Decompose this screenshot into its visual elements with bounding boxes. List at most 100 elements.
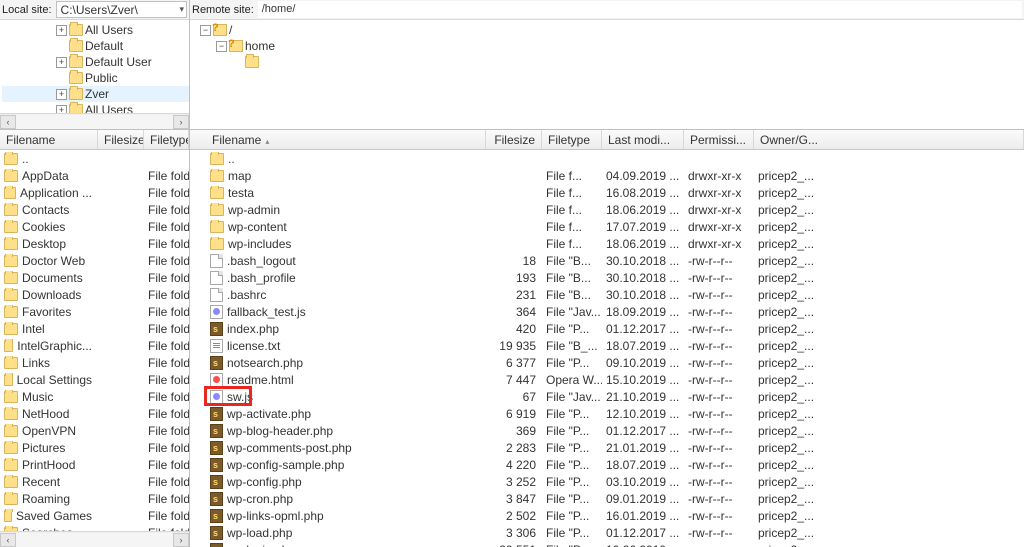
tree-item-label: home [245, 39, 275, 53]
list-item[interactable]: IntelFile fold [0, 320, 189, 337]
list-item[interactable]: swp-config.php3 252File "P...03.10.2019 … [190, 473, 1024, 490]
col-filename[interactable]: Filename▴ [206, 130, 486, 149]
col-lastmod[interactable]: Last modi... [602, 130, 684, 149]
list-item[interactable]: swp-comments-post.php2 283File "P...21.0… [190, 439, 1024, 456]
list-item[interactable]: sindex.php420File "P...01.12.2017 ...-rw… [190, 320, 1024, 337]
tree-item[interactable] [192, 54, 1024, 70]
list-item[interactable]: RecentFile fold [0, 473, 189, 490]
expand-toggle-icon[interactable]: − [216, 41, 227, 52]
tree-item[interactable]: Default [2, 38, 189, 54]
scroll-right-icon[interactable]: › [173, 115, 189, 129]
file-date: 04.09.2019 ... [602, 169, 684, 183]
scroll-left-icon[interactable]: ‹ [0, 115, 16, 129]
col-filesize[interactable]: Filesize [98, 130, 144, 149]
list-item[interactable]: FavoritesFile fold [0, 303, 189, 320]
folder-icon [69, 24, 83, 36]
list-item[interactable]: .bash_logout18File "B...30.10.2018 ...-r… [190, 252, 1024, 269]
list-item[interactable]: wp-includesFile f...18.06.2019 ...drwxr-… [190, 235, 1024, 252]
list-item[interactable]: SearchesFile fold [0, 524, 189, 531]
list-item[interactable]: fallback_test.js364File "Jav...18.09.201… [190, 303, 1024, 320]
list-item[interactable]: DocumentsFile fold [0, 269, 189, 286]
tree-item[interactable]: +All Users [2, 22, 189, 38]
expand-toggle-icon[interactable]: + [56, 57, 67, 68]
list-item[interactable]: swp-cron.php3 847File "P...09.01.2019 ..… [190, 490, 1024, 507]
list-item[interactable]: PicturesFile fold [0, 439, 189, 456]
list-item[interactable]: IntelGraphic...File fold [0, 337, 189, 354]
list-item[interactable]: mapFile f...04.09.2019 ...drwxr-xr-xpric… [190, 167, 1024, 184]
list-item[interactable]: .. [0, 150, 189, 167]
list-item[interactable]: NetHoodFile fold [0, 405, 189, 422]
remote-list-body[interactable]: ..mapFile f...04.09.2019 ...drwxr-xr-xpr… [190, 150, 1024, 547]
list-item[interactable]: ContactsFile fold [0, 201, 189, 218]
list-item[interactable]: .. [190, 150, 1024, 167]
file-perm: -rw-r--r-- [684, 509, 754, 523]
list-item[interactable]: AppDataFile fold [0, 167, 189, 184]
file-owner: pricep2_... [754, 407, 1024, 421]
list-item[interactable]: Doctor WebFile fold [0, 252, 189, 269]
col-filename[interactable]: Filename [0, 130, 98, 149]
col-filetype[interactable]: Filetype [144, 130, 189, 149]
local-tree-scrollbar[interactable]: ‹ › [0, 113, 189, 129]
list-item[interactable]: OpenVPNFile fold [0, 422, 189, 439]
expand-toggle-icon[interactable]: + [56, 105, 67, 114]
list-item[interactable]: swp-load.php3 306File "P...01.12.2017 ..… [190, 524, 1024, 541]
file-name: Pictures [22, 441, 65, 455]
folder-icon [69, 72, 83, 84]
list-item[interactable]: MusicFile fold [0, 388, 189, 405]
list-item[interactable]: wp-contentFile f...17.07.2019 ...drwxr-x… [190, 218, 1024, 235]
scroll-track[interactable] [16, 533, 173, 547]
expand-toggle-icon[interactable]: + [56, 89, 67, 100]
file-name: Intel [22, 322, 45, 336]
list-item[interactable]: RoamingFile fold [0, 490, 189, 507]
col-filetype[interactable]: Filetype [542, 130, 602, 149]
list-item[interactable]: .bashrc231File "B...30.10.2018 ...-rw-r-… [190, 286, 1024, 303]
tree-item[interactable]: Public [2, 70, 189, 86]
col-owner[interactable]: Owner/G... [754, 130, 1024, 149]
local-headers[interactable]: Filename Filesize Filetype [0, 130, 189, 150]
expand-toggle-icon[interactable]: − [200, 25, 211, 36]
remote-headers[interactable]: Filename▴ Filesize Filetype Last modi...… [190, 130, 1024, 150]
list-item[interactable]: readme.html7 447Opera W...15.10.2019 ...… [190, 371, 1024, 388]
file-perm: -rw-r--r-- [684, 475, 754, 489]
list-item[interactable]: testaFile f...16.08.2019 ...drwxr-xr-xpr… [190, 184, 1024, 201]
remote-path-value[interactable]: /home/ [258, 1, 1022, 18]
list-item[interactable]: swp-activate.php6 919File "P...12.10.201… [190, 405, 1024, 422]
list-item[interactable]: wp-adminFile f...18.06.2019 ...drwxr-xr-… [190, 201, 1024, 218]
tree-item[interactable]: + All Users [2, 102, 189, 113]
tree-item[interactable]: −?home [192, 38, 1024, 54]
tree-item[interactable]: +Zver [2, 86, 189, 102]
list-item[interactable]: swp-login.php39 551File "P...10.06.2019 … [190, 541, 1024, 547]
list-item[interactable]: snotsearch.php6 377File "P...09.10.2019 … [190, 354, 1024, 371]
list-item[interactable]: swp-blog-header.php369File "P...01.12.20… [190, 422, 1024, 439]
file-name: wp-admin [228, 203, 280, 217]
scroll-right-icon[interactable]: › [173, 533, 189, 547]
list-item[interactable]: Application ...File fold [0, 184, 189, 201]
list-item[interactable]: Local SettingsFile fold [0, 371, 189, 388]
local-list-body[interactable]: ..AppDataFile foldApplication ...File fo… [0, 150, 189, 531]
tree-item[interactable]: +Default User [2, 54, 189, 70]
local-path-combo[interactable]: C:\Users\Zver\ ▾ [56, 1, 187, 18]
list-item[interactable]: swp-config-sample.php4 220File "P...18.0… [190, 456, 1024, 473]
expand-toggle-icon[interactable]: + [56, 25, 67, 36]
list-item[interactable]: PrintHoodFile fold [0, 456, 189, 473]
list-item[interactable]: swp-links-opml.php2 502File "P...16.01.2… [190, 507, 1024, 524]
tree-item[interactable]: −?/ [192, 22, 1024, 38]
scroll-left-icon[interactable]: ‹ [0, 533, 16, 547]
list-item[interactable]: LinksFile fold [0, 354, 189, 371]
list-item[interactable]: Saved GamesFile fold [0, 507, 189, 524]
list-item[interactable]: sw.js67File "Jav...21.10.2019 ...-rw-r--… [190, 388, 1024, 405]
list-item[interactable]: DownloadsFile fold [0, 286, 189, 303]
folder-icon [4, 221, 18, 233]
col-filesize[interactable]: Filesize [486, 130, 542, 149]
list-item[interactable]: CookiesFile fold [0, 218, 189, 235]
list-item[interactable]: .bash_profile193File "B...30.10.2018 ...… [190, 269, 1024, 286]
local-list-scrollbar[interactable]: ‹ › [0, 531, 189, 547]
remote-tree[interactable]: −?/−?home [190, 20, 1024, 129]
tree-item-label: All Users [85, 103, 133, 113]
scroll-track[interactable] [16, 115, 173, 129]
col-perm[interactable]: Permissi... [684, 130, 754, 149]
local-tree[interactable]: + All Users Default+Default UserPublic+Zve… [0, 20, 189, 113]
list-item[interactable]: license.txt19 935File "B_...18.07.2019 .… [190, 337, 1024, 354]
file-size: 6 377 [486, 356, 542, 370]
list-item[interactable]: DesktopFile fold [0, 235, 189, 252]
